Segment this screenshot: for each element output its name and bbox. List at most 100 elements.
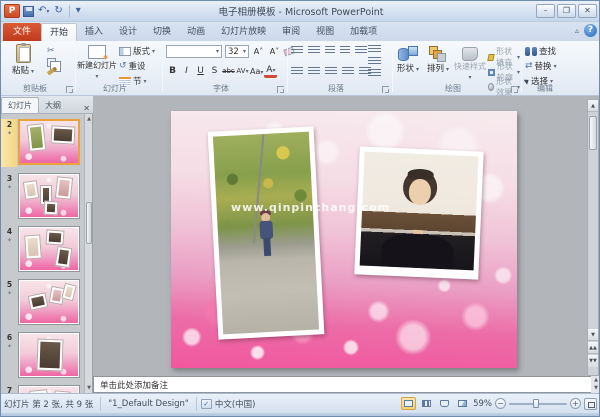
cut-icon[interactable]: ✂ (47, 46, 57, 56)
strikethrough-button[interactable]: abc (222, 65, 235, 78)
previous-slide-button[interactable]: ▲▲ (588, 342, 598, 354)
notes-scrollbar[interactable]: ▲▼ (591, 376, 600, 393)
slide-canvas[interactable]: www.qinpinchang.com (171, 111, 517, 368)
tab-view[interactable]: 视图 (308, 23, 342, 41)
increase-indent-icon[interactable] (340, 46, 350, 55)
tab-home[interactable]: 开始 (41, 23, 77, 41)
divider (287, 44, 288, 92)
zoom-percentage[interactable]: 59% (473, 399, 492, 409)
panel-scroll-up-icon[interactable]: ▲ (85, 114, 93, 124)
fit-to-window-button[interactable] (584, 398, 597, 410)
tab-slideshow[interactable]: 幻灯片放映 (213, 23, 274, 41)
panel-close-icon[interactable]: ✕ (83, 104, 90, 113)
panel-tab-slides[interactable]: 幻灯片 (1, 97, 39, 113)
grow-font-button[interactable]: A˄ (252, 45, 265, 58)
panel-scroll-down-icon[interactable]: ▼ (85, 383, 93, 393)
text-shadow-button[interactable]: S (208, 65, 221, 78)
slide-number: 2 (3, 120, 16, 129)
paragraph-dialog-launcher[interactable] (382, 86, 389, 93)
zoom-slider-thumb[interactable] (533, 399, 539, 408)
align-text-icon[interactable] (368, 57, 381, 66)
clipboard-dialog-launcher[interactable] (66, 86, 73, 93)
slide-thumbnail-7[interactable]: 7 ✦ (1, 385, 85, 393)
theme-name[interactable]: "1_Default Design" (105, 399, 192, 409)
spell-check-icon[interactable]: ✓ (201, 399, 212, 409)
notes-pane[interactable]: 单击此处添加备注 (93, 376, 600, 393)
slide-thumbnail-2[interactable]: 2 ✦ (1, 119, 85, 167)
text-direction-icon[interactable] (368, 45, 381, 54)
font-size-combo[interactable]: 32▾ (225, 45, 249, 58)
scroll-down-icon[interactable]: ▼ (588, 329, 598, 341)
convert-smartart-icon[interactable] (368, 69, 381, 78)
language-indicator[interactable]: 中文(中国) (212, 398, 259, 410)
line-spacing-icon[interactable] (355, 46, 367, 55)
group-drawing: 形状 ▾ 排列 ▾ 快速样式 ▾ 形状填充▾ 形状轮廓▾ 形状效果▾ 绘图 (394, 41, 520, 95)
slide-thumbnail-3[interactable]: 3 ✦ (1, 173, 85, 221)
tab-review[interactable]: 审阅 (274, 23, 308, 41)
bold-button[interactable]: B (166, 65, 179, 78)
group-font: ▾ 32▾ A˄ A˅ B I U S abc AV▾ Aa▾ A▾ 字体 (164, 41, 286, 95)
layout-button[interactable]: 版式▾ (119, 45, 155, 57)
group-label-editing: 编辑 (523, 83, 567, 94)
quick-styles-button[interactable]: 快速样式 ▾ (454, 43, 486, 85)
paste-button[interactable]: 粘贴 ▾ (5, 43, 41, 85)
slide-thumbnail-list: 2 ✦ 3 ✦ (1, 114, 85, 393)
divider (392, 44, 393, 92)
replace-button[interactable]: ⇄替换▾ (525, 60, 557, 72)
arrange-button[interactable]: 排列 ▾ (424, 43, 452, 85)
scroll-up-icon[interactable]: ▲ (588, 100, 598, 112)
bullets-icon[interactable] (291, 46, 303, 55)
font-dialog-launcher[interactable] (277, 86, 284, 93)
scroll-thumb[interactable] (589, 116, 597, 150)
zoom-out-button[interactable]: − (495, 398, 506, 409)
slide-sorter-view-button[interactable] (419, 397, 434, 410)
next-slide-button[interactable]: ▼▼ (588, 355, 598, 367)
align-center-icon[interactable] (308, 67, 320, 76)
drawing-dialog-launcher[interactable] (511, 86, 518, 93)
panel-scroll-thumb[interactable] (86, 202, 92, 244)
change-case-button[interactable]: Aa▾ (250, 65, 263, 78)
tab-file[interactable]: 文件 (3, 23, 41, 41)
justify-icon[interactable] (342, 67, 354, 76)
window-bottom-edge (1, 413, 600, 417)
decrease-indent-icon[interactable] (325, 46, 335, 55)
zoom-in-button[interactable]: + (570, 398, 581, 409)
tab-addins[interactable]: 加载项 (342, 23, 385, 41)
normal-view-button[interactable] (401, 397, 416, 410)
italic-button[interactable]: I (180, 65, 193, 78)
font-name-combo[interactable]: ▾ (166, 45, 222, 58)
slide-thumbnail-6[interactable]: 6 ✦ (1, 332, 85, 380)
tab-insert[interactable]: 插入 (77, 23, 111, 41)
group-label-font: 字体 (164, 83, 278, 94)
slides-panel: 幻灯片 大纲 ✕ 2 ✦ 3 ✦ (1, 96, 93, 393)
align-right-icon[interactable] (325, 67, 337, 76)
reset-button[interactable]: ↺重设 (119, 60, 146, 72)
align-left-icon[interactable] (291, 67, 303, 76)
divider (100, 397, 101, 411)
panel-tab-outline[interactable]: 大纲 (39, 98, 67, 113)
zoom-slider[interactable] (509, 398, 567, 409)
reading-view-button[interactable] (437, 397, 452, 410)
character-spacing-button[interactable]: AV▾ (236, 65, 249, 78)
help-icon[interactable]: ? (584, 24, 597, 37)
find-button[interactable]: 查找 (525, 45, 556, 57)
numbering-icon[interactable] (308, 46, 320, 55)
collapse-ribbon-icon[interactable]: ▵ (575, 26, 579, 35)
editor-scrollbar[interactable]: ▲ ▼ ▲▲ ▼▼ (587, 99, 599, 376)
slideshow-view-button[interactable] (455, 397, 470, 410)
tab-design[interactable]: 设计 (111, 23, 145, 41)
minimize-button[interactable]: – (536, 4, 555, 18)
slide-thumbnail-4[interactable]: 4 ✦ (1, 226, 85, 274)
photo-left[interactable] (208, 126, 325, 339)
underline-button[interactable]: U (194, 65, 207, 78)
shapes-button[interactable]: 形状 ▾ (394, 43, 422, 85)
tab-transitions[interactable]: 切换 (145, 23, 179, 41)
panel-scrollbar[interactable]: ▲ ▼ (84, 114, 92, 393)
slide-thumbnail-5[interactable]: 5 ✦ (1, 279, 85, 327)
font-color-button[interactable]: A▾ (264, 65, 277, 78)
new-slide-button[interactable]: 新建幻灯片 ▾ (77, 43, 117, 85)
tab-animations[interactable]: 动画 (179, 23, 213, 41)
restore-button[interactable]: ❐ (557, 4, 576, 18)
close-button[interactable]: ✕ (578, 4, 597, 18)
shrink-font-button[interactable]: A˅ (268, 45, 281, 58)
